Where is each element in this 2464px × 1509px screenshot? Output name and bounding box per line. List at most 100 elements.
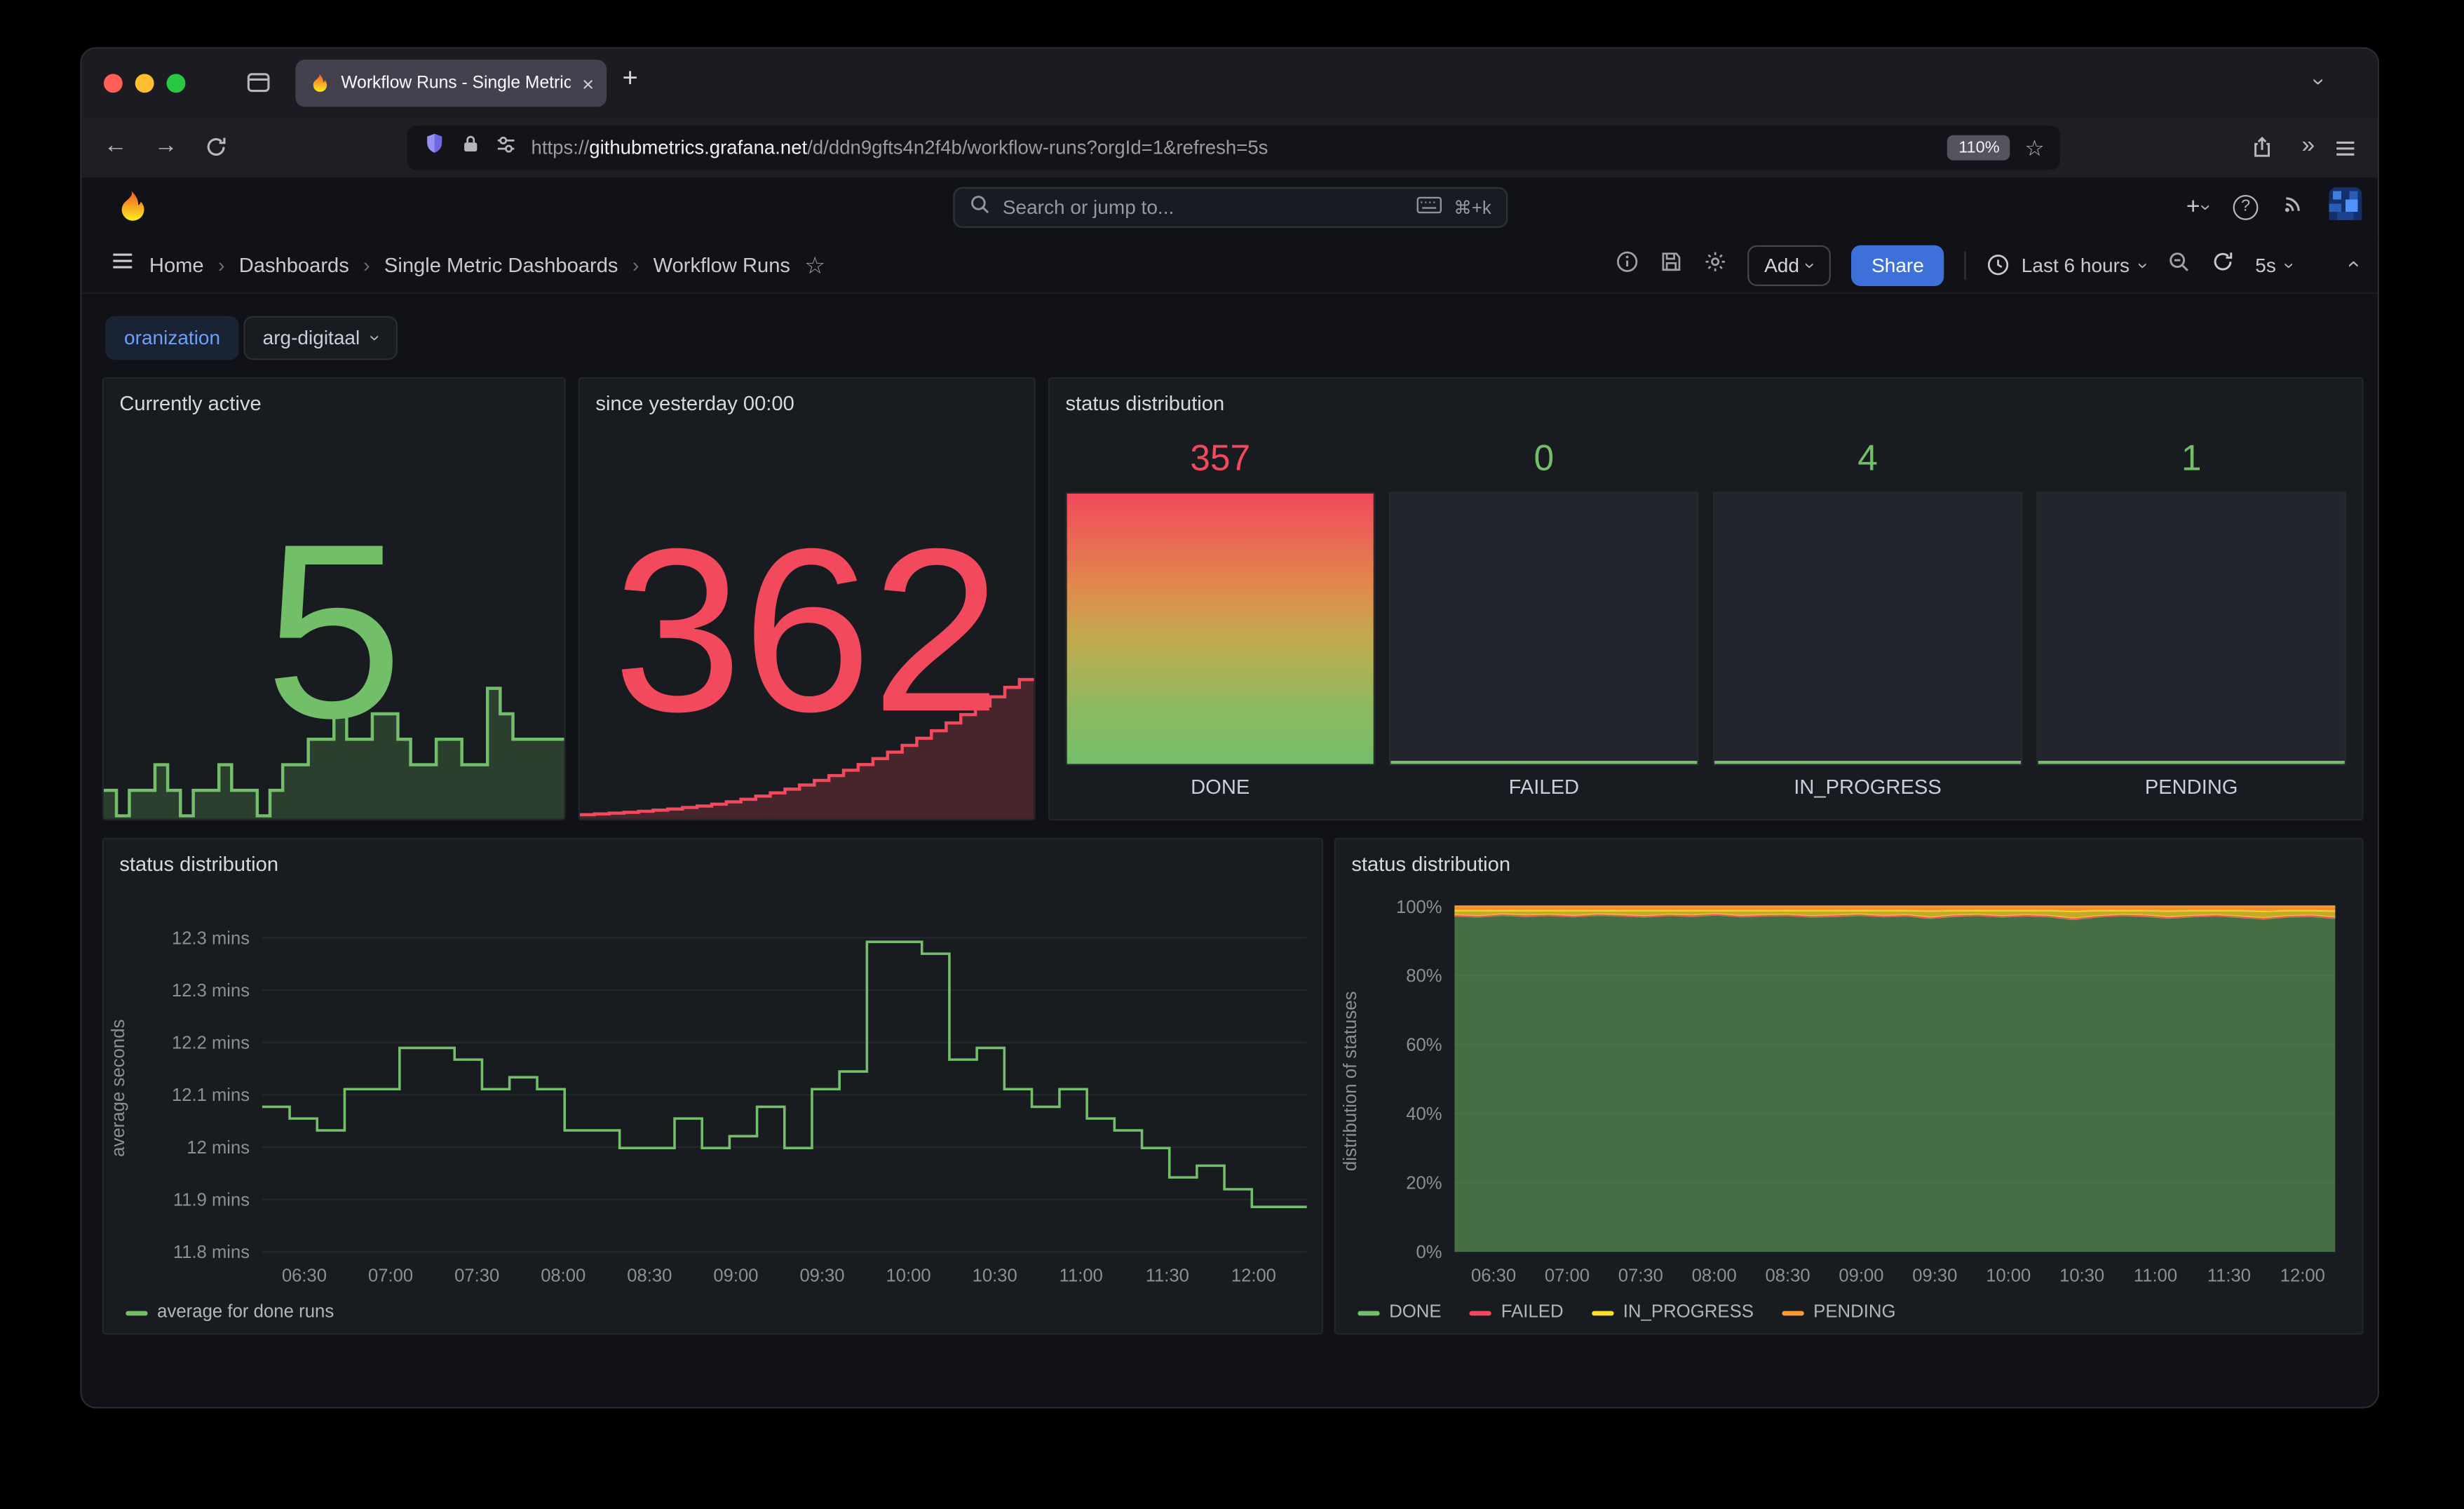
panel-title[interactable]: status distribution bbox=[119, 852, 278, 876]
panel-title[interactable]: status distribution bbox=[1351, 852, 1510, 876]
stacked-area-chart-status[interactable]: 100%80%60%40%20%0%06:3007:0007:3008:0008… bbox=[1336, 839, 2362, 1333]
line-chart-avg-seconds[interactable]: 12.3 mins12.3 mins12.2 mins12.1 mins12 m… bbox=[104, 839, 1322, 1333]
forward-icon[interactable]: → bbox=[154, 132, 178, 158]
refresh-interval-dropdown[interactable]: 5s › bbox=[2255, 254, 2293, 276]
url-domain: githubmetrics.grafana.net bbox=[589, 137, 807, 158]
gauge-value: 357 bbox=[1065, 435, 1374, 480]
panel-since-yesterday: since yesterday 00:00 362 bbox=[578, 377, 1036, 820]
x-tick-label: 11:30 bbox=[1146, 1266, 1189, 1285]
x-tick-label: 12:00 bbox=[1231, 1266, 1276, 1285]
zoom-window-button[interactable] bbox=[167, 74, 186, 93]
browser-tab[interactable]: Workflow Runs - Single Metric D × bbox=[295, 60, 607, 107]
overflow-menu-icon[interactable]: » bbox=[2301, 132, 2315, 158]
gauge-label: FAILED bbox=[1389, 766, 1698, 806]
save-dashboard-icon[interactable] bbox=[1659, 249, 1683, 280]
chart-legend: average for done runs bbox=[126, 1303, 334, 1322]
breadcrumb-folder[interactable]: Single Metric Dashboards bbox=[384, 253, 618, 277]
zoom-out-icon[interactable] bbox=[2167, 249, 2191, 280]
legend-item[interactable]: DONE bbox=[1358, 1303, 1441, 1322]
panel-title[interactable]: since yesterday 00:00 bbox=[595, 391, 794, 415]
share-icon[interactable] bbox=[2250, 135, 2274, 165]
dashboard-toolbar: Home › Dashboards › Single Metric Dashbo… bbox=[82, 236, 2378, 294]
chart-legend: DONE FAILED IN_PROGRESS PENDING bbox=[1358, 1303, 1895, 1322]
legend-label: DONE bbox=[1389, 1303, 1441, 1322]
y-tick-label: 11.8 mins bbox=[173, 1243, 250, 1262]
help-icon[interactable]: ? bbox=[2233, 194, 2259, 219]
collapse-toolbar-icon[interactable]: › bbox=[2348, 251, 2355, 279]
panel-title[interactable]: status distribution bbox=[1065, 391, 1224, 415]
mega-menu-icon[interactable] bbox=[110, 248, 135, 281]
x-tick-label: 08:00 bbox=[541, 1266, 585, 1285]
x-tick-label: 06:30 bbox=[1471, 1266, 1516, 1285]
dashboard-info-icon[interactable] bbox=[1615, 249, 1639, 280]
add-panel-button[interactable]: Add› bbox=[1747, 245, 1830, 285]
variable-value-dropdown[interactable]: arg-digitaal › bbox=[244, 316, 398, 360]
app-menu-icon[interactable] bbox=[2334, 137, 2357, 167]
stat-value-active: 5 bbox=[104, 508, 564, 756]
y-tick-label: 12.3 mins bbox=[172, 981, 250, 1001]
share-button[interactable]: Share bbox=[1851, 245, 1944, 285]
x-tick-label: 09:30 bbox=[799, 1266, 844, 1285]
tab-close-icon[interactable]: × bbox=[582, 73, 594, 93]
refresh-icon[interactable] bbox=[2212, 249, 2235, 280]
series-area bbox=[1454, 914, 2335, 1252]
permissions-sliders-icon[interactable] bbox=[495, 133, 517, 163]
grafana-logo[interactable] bbox=[113, 189, 149, 233]
rss-news-icon[interactable] bbox=[2282, 191, 2306, 222]
time-range-label: Last 6 hours bbox=[2022, 254, 2130, 276]
x-tick-label: 10:30 bbox=[973, 1266, 1017, 1285]
user-avatar[interactable] bbox=[2329, 187, 2362, 227]
gauge-value: 0 bbox=[1389, 435, 1698, 480]
gauge-bar bbox=[1065, 492, 1374, 766]
window-controls bbox=[104, 74, 186, 93]
y-tick-label: 100% bbox=[1396, 898, 1442, 917]
list-tabs-icon[interactable]: › bbox=[2317, 69, 2324, 97]
bookmark-star-icon[interactable]: ☆ bbox=[2025, 135, 2045, 161]
gauge-pending: 1 PENDING bbox=[2036, 435, 2345, 806]
legend-item[interactable]: average for done runs bbox=[126, 1303, 334, 1322]
firefox-view-icon[interactable] bbox=[245, 69, 272, 104]
x-tick-label: 12:00 bbox=[2280, 1266, 2325, 1285]
lock-icon[interactable] bbox=[461, 134, 481, 162]
url-text[interactable]: https://githubmetrics.grafana.net/d/ddn9… bbox=[531, 137, 1933, 158]
breadcrumb-dashboards[interactable]: Dashboards bbox=[239, 253, 349, 277]
x-tick-label: 10:00 bbox=[1986, 1266, 2031, 1285]
x-tick-label: 08:30 bbox=[627, 1266, 672, 1285]
stat-value-since: 362 bbox=[580, 515, 1034, 748]
panel-title[interactable]: Currently active bbox=[119, 391, 261, 415]
url-scheme: https:// bbox=[531, 137, 589, 158]
legend-item[interactable]: FAILED bbox=[1470, 1303, 1564, 1322]
gauge-row: 357 DONE 0 FAILED 4 IN_PROGRESS bbox=[1065, 435, 2345, 806]
tracking-shield-icon[interactable] bbox=[423, 132, 447, 163]
zoom-level-badge[interactable]: 110% bbox=[1948, 135, 2011, 161]
chevron-right-icon: › bbox=[218, 253, 225, 277]
legend-swatch bbox=[1470, 1310, 1491, 1315]
x-tick-label: 06:30 bbox=[282, 1266, 327, 1285]
reload-icon[interactable] bbox=[204, 135, 228, 165]
y-tick-label: 40% bbox=[1406, 1104, 1442, 1124]
y-tick-label: 12.3 mins bbox=[172, 928, 250, 948]
legend-item[interactable]: PENDING bbox=[1782, 1303, 1895, 1322]
gauge-value: 4 bbox=[1713, 435, 2022, 480]
new-tab-button[interactable]: + bbox=[622, 63, 637, 95]
close-window-button[interactable] bbox=[104, 74, 123, 93]
minimize-window-button[interactable] bbox=[135, 74, 154, 93]
grafana-header: Search or jump to... ⌘+k +› ? bbox=[82, 177, 2378, 236]
x-tick-label: 07:30 bbox=[1618, 1266, 1663, 1285]
variable-value: arg-digitaal bbox=[263, 327, 360, 349]
breadcrumb-current: Workflow Runs bbox=[654, 253, 790, 277]
gauge-done: 357 DONE bbox=[1065, 435, 1374, 806]
add-new-button[interactable]: +› bbox=[2186, 194, 2209, 220]
legend-item[interactable]: IN_PROGRESS bbox=[1592, 1303, 1754, 1322]
url-bar[interactable]: https://githubmetrics.grafana.net/d/ddn9… bbox=[407, 126, 2060, 170]
gauge-label: PENDING bbox=[2036, 766, 2345, 806]
back-icon[interactable]: ← bbox=[104, 132, 128, 158]
search-input[interactable]: Search or jump to... ⌘+k bbox=[952, 187, 1507, 228]
toolbar-divider bbox=[1965, 251, 1966, 279]
favorite-star-icon[interactable]: ☆ bbox=[804, 251, 825, 279]
time-range-picker[interactable]: Last 6 hours › bbox=[1986, 253, 2146, 277]
search-icon bbox=[968, 193, 990, 223]
settings-gear-icon[interactable] bbox=[1703, 249, 1727, 280]
template-variables: oranization arg-digitaal › bbox=[105, 316, 398, 360]
breadcrumb-home[interactable]: Home bbox=[149, 253, 204, 277]
